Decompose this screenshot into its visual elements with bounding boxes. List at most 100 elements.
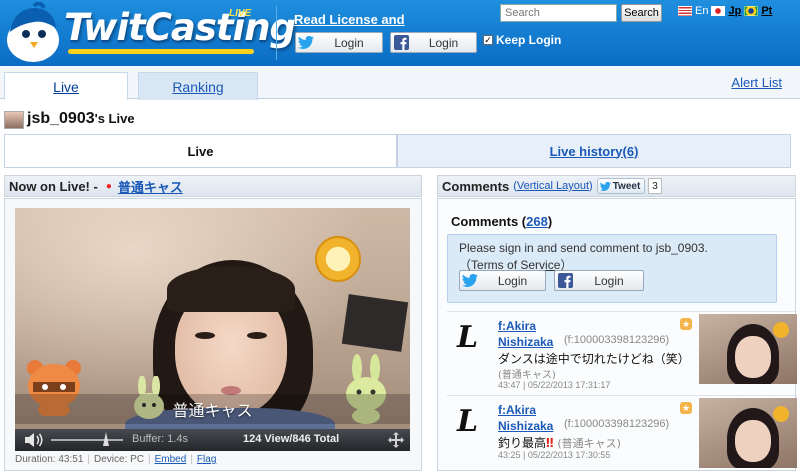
search-button[interactable]: Search: [621, 4, 662, 22]
page-title: jsb_0903's Live: [27, 110, 135, 128]
vertical-layout-label[interactable]: Vertical Layout: [517, 180, 589, 192]
comment-item: L f:Akira Nishizaka (f:100003398123296) ★…: [447, 311, 797, 393]
fullscreen-icon[interactable]: [388, 432, 404, 448]
twitter-login-label: Login: [334, 35, 364, 50]
header-facebook-login-button[interactable]: Login: [390, 32, 477, 53]
comment-item: L f:Akira Nishizaka (f:100003398123296) ★…: [447, 395, 797, 471]
site-logo-text[interactable]: TwitCasting: [64, 6, 296, 49]
comment-body: 釣り最高: [498, 436, 547, 450]
comment-facebook-login-button[interactable]: Login: [554, 270, 644, 291]
exclamation-icon: ‼: [546, 436, 554, 450]
comments-count-link[interactable]: 268: [526, 214, 548, 229]
facebook-icon: [555, 271, 575, 290]
video-person-eye-right: [247, 332, 267, 339]
volume-icon[interactable]: [23, 432, 45, 448]
tab-live[interactable]: Live: [4, 72, 128, 100]
volume-slider[interactable]: [51, 439, 123, 441]
supporter-badge-icon: ★: [680, 402, 692, 414]
language-selector: En Jp Pt: [678, 5, 775, 17]
thumbnail-face: [735, 336, 771, 378]
commenter-name-line2[interactable]: Nishizaka: [498, 335, 553, 349]
twitcasting-bird-logo-icon[interactable]: [4, 2, 62, 64]
comment-snapshot-thumbnail[interactable]: [699, 398, 797, 468]
player-controls: Buffer: 1.4s 124 View/846 Total: [15, 429, 410, 451]
video-meta: Duration: 43:51 | Device: PC | Embed | F…: [15, 454, 216, 465]
comment-twitter-login-button[interactable]: Login: [459, 270, 546, 291]
read-license-link[interactable]: Read License and: [294, 12, 405, 27]
live-title-link[interactable]: 普通キャス: [118, 177, 183, 196]
commenter-name-line1[interactable]: f:Akira: [498, 319, 536, 333]
buffer-status: Buffer: 1.4s: [132, 433, 189, 445]
comments-header: Comments (Vertical Layout) Tweet 3: [437, 175, 796, 197]
commenter-name-line1[interactable]: f:Akira: [498, 403, 536, 417]
keep-login-check-icon[interactable]: ✓: [483, 35, 493, 45]
comment-body: ダンスは途中で切れたけどね（笑）: [498, 352, 690, 366]
live-video-player[interactable]: 普通キャス: [15, 208, 410, 429]
header-divider: [276, 6, 277, 60]
view-count: 124 View/846 Total: [243, 433, 340, 445]
video-poster: [341, 294, 409, 352]
now-on-live-label: Now on Live! -: [9, 178, 98, 194]
user-avatar[interactable]: [4, 111, 24, 129]
facebook-icon: [391, 33, 411, 52]
comment-live-tag: (普通キャス): [557, 437, 621, 450]
tweet-button[interactable]: Tweet: [596, 178, 646, 194]
language-pt[interactable]: Pt: [761, 5, 772, 17]
brazil-flag-icon[interactable]: [744, 6, 759, 16]
language-jp[interactable]: Jp: [728, 5, 741, 17]
main-nav: Live Ranking Alert List: [0, 66, 800, 100]
meta-separator: |: [148, 454, 151, 465]
tab-ranking[interactable]: Ranking: [138, 72, 258, 100]
header-twitter-login-button[interactable]: Login: [295, 32, 383, 53]
signin-message: Please sign in and send comment to jsb_0…: [459, 241, 708, 255]
duration-label: Duration: 43:51: [15, 454, 84, 465]
video-person-bangs: [167, 266, 295, 312]
tweet-count: 3: [648, 178, 662, 194]
comments-title: Comments: [442, 178, 510, 194]
facebook-login-label: Login: [428, 35, 459, 50]
facebook-login-label: Login: [594, 273, 624, 288]
subtab-live[interactable]: Live: [4, 134, 397, 168]
commenter-id: (f:100003398123296): [564, 334, 670, 346]
comment-text: ダンスは途中で切れたけどね（笑）: [498, 350, 690, 367]
video-wall-clock: [315, 236, 361, 282]
comment-timestamp: 43:47 | 05/22/2013 17:31:17: [498, 380, 611, 390]
commenter-id: (f:100003398123296): [564, 418, 670, 430]
subtab-live-history[interactable]: Live history(6): [397, 134, 791, 168]
comments-count-heading: Comments (268): [451, 214, 553, 229]
commenter-avatar-icon[interactable]: L: [457, 322, 483, 354]
alert-list-link[interactable]: Alert List: [731, 75, 782, 90]
commenter-name-line2[interactable]: Nishizaka: [498, 419, 553, 433]
tweet-label: Tweet: [612, 180, 641, 192]
keep-login-label: Keep Login: [496, 33, 562, 47]
thumbnail-clock: [773, 406, 789, 422]
meta-separator: |: [190, 454, 193, 465]
twitter-login-label: Login: [497, 273, 528, 288]
keep-login-checkbox[interactable]: ✓ Keep Login: [483, 33, 561, 47]
page-title-username: jsb_0903: [27, 110, 95, 127]
video-caption: 普通キャス: [15, 394, 410, 424]
thumbnail-face: [735, 420, 771, 462]
vertical-layout-link[interactable]: (Vertical Layout): [513, 180, 593, 192]
commenter-avatar-icon[interactable]: L: [457, 406, 483, 438]
page-title-suffix: 's Live: [94, 111, 135, 126]
search-input[interactable]: [500, 4, 617, 22]
comment-timestamp: 43:25 | 05/22/2013 17:30:55: [498, 450, 611, 460]
meta-separator: |: [87, 454, 90, 465]
logo-underline: [68, 49, 254, 54]
embed-link[interactable]: Embed: [155, 454, 187, 465]
device-label: Device: PC: [94, 454, 145, 465]
language-en[interactable]: En: [695, 5, 708, 17]
flag-link[interactable]: Flag: [197, 454, 216, 465]
japan-flag-icon[interactable]: [711, 6, 726, 16]
now-on-live-header: Now on Live! - ● 普通キャス: [4, 175, 422, 197]
logo-live-badge: LIVE: [229, 8, 252, 19]
comments-count-label: Comments: [451, 214, 519, 229]
twitter-bird-icon: [460, 271, 480, 290]
video-person-eye-left: [195, 332, 215, 339]
comment-snapshot-thumbnail[interactable]: [699, 314, 797, 384]
supporter-badge-icon: ★: [680, 318, 692, 330]
us-flag-icon[interactable]: [678, 6, 692, 16]
twitter-bird-icon: [296, 33, 316, 52]
comment-text: 釣り最高‼ (普通キャス): [498, 434, 621, 451]
